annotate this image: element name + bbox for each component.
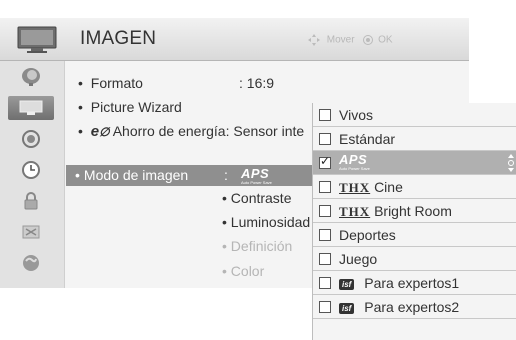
menu-item-picture-mode[interactable]: Modo de imagen : APS Auto Power Save bbox=[66, 165, 326, 186]
navigation-hint: Mover OK bbox=[308, 34, 393, 46]
checkbox[interactable] bbox=[319, 253, 331, 265]
hint-move-label: Mover bbox=[326, 34, 355, 46]
aps-logo-icon: APS Auto Power Save bbox=[241, 166, 272, 185]
option-estandar[interactable]: Estándar bbox=[313, 127, 516, 151]
checkbox[interactable] bbox=[319, 109, 331, 121]
option-thx-cine[interactable]: THX Cine bbox=[313, 175, 516, 199]
tv-icon bbox=[17, 26, 57, 53]
checkbox[interactable] bbox=[319, 229, 331, 241]
checkbox[interactable] bbox=[319, 181, 331, 193]
energy-saving-label: Ahorro de energía: Sensor inte bbox=[112, 123, 305, 139]
clock-icon bbox=[22, 161, 40, 179]
thx-logo-icon: THX bbox=[339, 180, 371, 195]
option-thx-bright-room[interactable]: THX Bright Room bbox=[313, 199, 516, 223]
submenu-sharpness[interactable]: • Definición bbox=[222, 238, 292, 254]
energy-saving-icon: e∅ bbox=[90, 123, 110, 140]
picture-mode-label: Modo de imagen bbox=[75, 167, 188, 183]
checkbox[interactable] bbox=[319, 277, 331, 289]
submenu-contrast[interactable]: • Contraste bbox=[222, 190, 292, 206]
move-arrows-icon bbox=[308, 34, 320, 46]
page-title: IMAGEN bbox=[80, 28, 157, 49]
option-juego[interactable]: Juego bbox=[313, 247, 516, 271]
checkbox[interactable] bbox=[319, 205, 331, 217]
submenu-brightness[interactable]: • Luminosidad bbox=[222, 214, 310, 230]
option-para-expertos2[interactable]: isf Para expertos2 bbox=[313, 295, 516, 319]
picture-mode-colon: : bbox=[224, 167, 228, 183]
sidebar-item-satellite[interactable] bbox=[8, 65, 54, 89]
tv-picture-icon bbox=[19, 100, 43, 115]
option-deportes[interactable]: Deportes bbox=[313, 223, 516, 247]
checkbox[interactable] bbox=[319, 301, 331, 313]
checkbox[interactable] bbox=[319, 133, 331, 145]
option-aps[interactable]: APS Auto Power Save bbox=[313, 151, 516, 175]
menu-item-formato[interactable]: Formato : 16:9 bbox=[78, 75, 274, 91]
isf-logo-icon: isf bbox=[339, 279, 355, 290]
option-para-expertos1[interactable]: isf Para expertos1 bbox=[313, 271, 516, 295]
aps-logo-icon: APS Auto Power Save bbox=[339, 152, 370, 171]
ok-button-icon bbox=[363, 35, 374, 45]
formato-value: : 16:9 bbox=[239, 75, 275, 91]
satellite-dish-icon bbox=[22, 68, 40, 86]
picture-wizard-label: Picture Wizard bbox=[90, 99, 182, 115]
network-globe-icon bbox=[23, 255, 39, 271]
isf-logo-icon: isf bbox=[339, 303, 355, 314]
hint-ok-label: OK bbox=[378, 34, 393, 46]
sidebar-item-time[interactable] bbox=[8, 158, 54, 182]
sidebar-item-audio[interactable] bbox=[8, 127, 54, 151]
sidebar-item-lock[interactable] bbox=[8, 189, 54, 213]
option-vivos[interactable]: Vivos bbox=[313, 103, 516, 127]
lock-icon bbox=[24, 192, 38, 210]
thx-logo-icon: THX bbox=[339, 204, 371, 219]
menu-header: IMAGEN Mover OK bbox=[0, 18, 469, 61]
options-icon bbox=[22, 225, 40, 239]
sidebar bbox=[0, 61, 65, 288]
submenu-color[interactable]: • Color bbox=[222, 263, 264, 279]
picture-mode-dropdown: Vivos Estándar APS Auto Power Save THX C… bbox=[312, 103, 516, 340]
scroll-arrows-icon[interactable] bbox=[507, 153, 515, 173]
menu-item-picture-wizard[interactable]: Picture Wizard bbox=[78, 99, 182, 115]
checkbox-checked[interactable] bbox=[319, 154, 331, 169]
sidebar-item-picture[interactable] bbox=[8, 96, 54, 120]
speaker-audio-icon bbox=[22, 130, 40, 148]
sidebar-item-network[interactable] bbox=[8, 251, 54, 275]
menu-item-energy-saving[interactable]: e∅ Ahorro de energía: Sensor inte bbox=[78, 123, 304, 140]
formato-label: Formato bbox=[90, 75, 143, 91]
sidebar-item-options[interactable] bbox=[8, 220, 54, 244]
